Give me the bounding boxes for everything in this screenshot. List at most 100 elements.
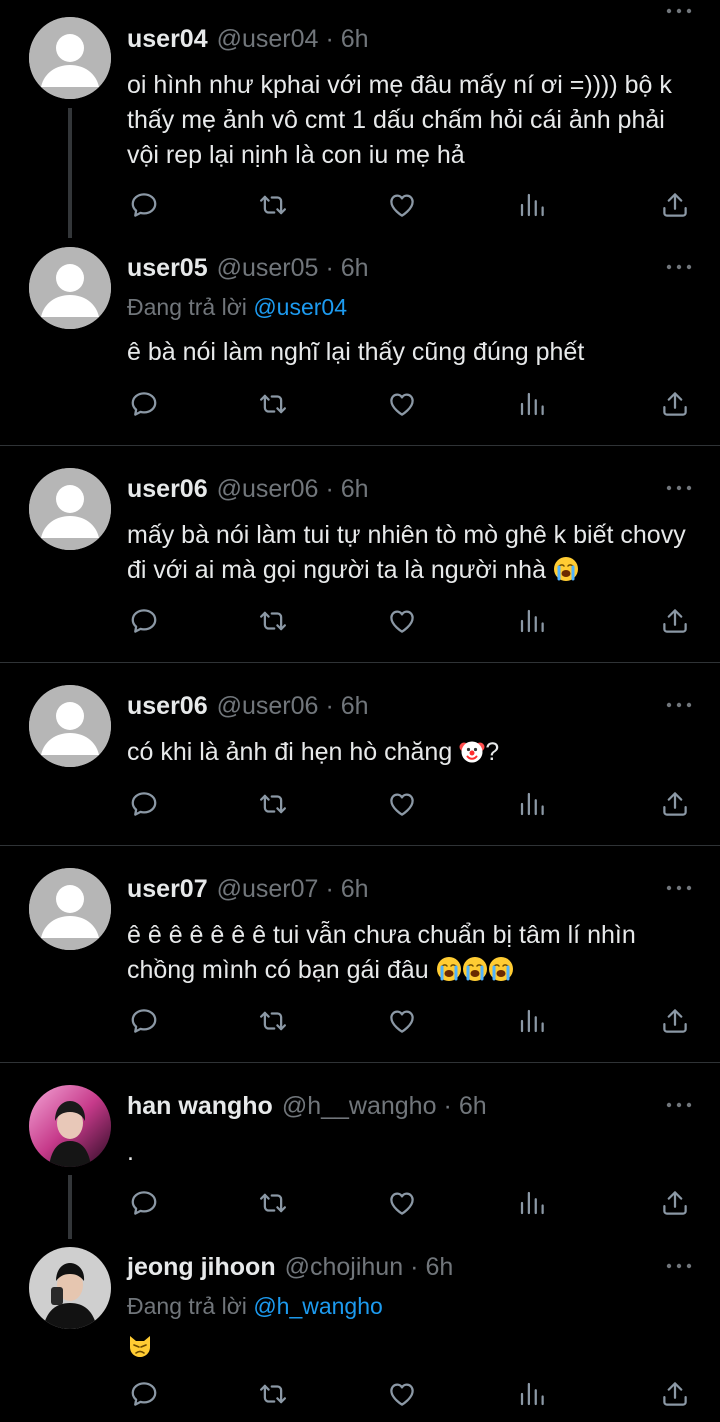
tweet[interactable]: jeong jihoon @chojihun · 6h Đang trả lời… xyxy=(0,1233,720,1422)
share-icon[interactable] xyxy=(660,1006,690,1036)
share-icon[interactable] xyxy=(660,1188,690,1218)
separator-dot: · xyxy=(325,874,334,903)
views-icon[interactable] xyxy=(517,789,547,819)
more-options-icon[interactable] xyxy=(666,6,692,16)
views-icon[interactable] xyxy=(517,1006,547,1036)
timestamp[interactable]: 6h xyxy=(341,692,369,721)
timestamp[interactable]: 6h xyxy=(341,25,369,54)
tweet[interactable]: user05 @user05 · 6h Đang trả lời @user04… xyxy=(0,230,720,445)
views-icon[interactable] xyxy=(517,606,547,636)
tweet-header: user07 @user07 · 6h xyxy=(127,872,369,906)
timestamp[interactable]: 6h xyxy=(341,875,369,904)
handle[interactable]: @user07 xyxy=(217,875,319,904)
default-avatar-icon[interactable] xyxy=(29,868,111,950)
like-icon[interactable] xyxy=(387,1379,417,1409)
retweet-icon[interactable] xyxy=(258,1188,288,1218)
default-avatar-icon[interactable] xyxy=(29,247,111,329)
more-options-icon[interactable] xyxy=(666,483,692,493)
views-icon[interactable] xyxy=(517,190,547,220)
default-avatar-icon[interactable] xyxy=(29,17,111,99)
timestamp[interactable]: 6h xyxy=(425,1253,453,1282)
timestamp[interactable]: 6h xyxy=(341,254,369,283)
reply-icon[interactable] xyxy=(129,606,159,636)
display-name[interactable]: user05 xyxy=(127,254,208,283)
handle[interactable]: @h__wangho xyxy=(282,1092,437,1121)
more-options-icon[interactable] xyxy=(666,883,692,893)
like-icon[interactable] xyxy=(387,1006,417,1036)
replying-to: Đang trả lời @h_wangho xyxy=(127,1293,383,1320)
like-icon[interactable] xyxy=(387,1188,417,1218)
separator-dot: · xyxy=(443,1091,452,1120)
handle[interactable]: @user05 xyxy=(217,254,319,283)
share-icon[interactable] xyxy=(660,1379,690,1409)
more-options-icon[interactable] xyxy=(666,1100,692,1110)
reply-mention[interactable]: @h_wangho xyxy=(253,1293,383,1319)
profile-photo-han-wangho[interactable] xyxy=(29,1085,111,1167)
tweet[interactable]: user04 @user04 · 6h oi hình như kphai vớ… xyxy=(0,0,720,238)
tweet[interactable]: han wangho @h__wangho · 6h . xyxy=(0,1063,720,1239)
reply-icon[interactable] xyxy=(129,1188,159,1218)
tweet-header: user06 @user06 · 6h xyxy=(127,689,369,723)
default-avatar-icon[interactable] xyxy=(29,685,111,767)
action-bar xyxy=(0,190,720,220)
like-icon[interactable] xyxy=(387,606,417,636)
action-bar xyxy=(0,1379,720,1409)
retweet-icon[interactable] xyxy=(258,606,288,636)
like-icon[interactable] xyxy=(387,389,417,419)
action-bar xyxy=(0,1006,720,1036)
action-bar xyxy=(0,389,720,419)
reply-icon[interactable] xyxy=(129,789,159,819)
display-name[interactable]: jeong jihoon xyxy=(127,1253,276,1282)
tweet-header: user04 @user04 · 6h xyxy=(127,22,369,56)
like-icon[interactable] xyxy=(387,190,417,220)
handle[interactable]: @user06 xyxy=(217,475,319,504)
reply-icon[interactable] xyxy=(129,1006,159,1036)
tweet-text-suffix: ? xyxy=(485,738,500,766)
tweet-header: user06 @user06 · 6h xyxy=(127,472,369,506)
separator-dot: · xyxy=(325,24,334,53)
profile-photo-jeong-jihoon[interactable] xyxy=(29,1247,111,1329)
views-icon[interactable] xyxy=(517,1188,547,1218)
tweet[interactable]: user06 @user06 · 6h có khi là ảnh đi hẹn… xyxy=(0,663,720,845)
tweet-text: có khi là ảnh đi hẹn hò chăng ? xyxy=(127,735,697,770)
more-options-icon[interactable] xyxy=(666,700,692,710)
display-name[interactable]: user07 xyxy=(127,875,208,904)
separator-dot: · xyxy=(410,1252,419,1281)
tweet[interactable]: user07 @user07 · 6h ê ê ê ê ê ê ê tui vẫ… xyxy=(0,846,720,1062)
like-icon[interactable] xyxy=(387,789,417,819)
action-bar xyxy=(0,1188,720,1218)
handle[interactable]: @chojihun xyxy=(285,1253,404,1282)
reply-icon[interactable] xyxy=(129,190,159,220)
retweet-icon[interactable] xyxy=(258,190,288,220)
handle[interactable]: @user06 xyxy=(217,692,319,721)
retweet-icon[interactable] xyxy=(258,789,288,819)
reply-icon[interactable] xyxy=(129,1379,159,1409)
tweet-text xyxy=(127,1330,697,1365)
more-options-icon[interactable] xyxy=(666,1261,692,1271)
tweet-text: . xyxy=(127,1138,134,1166)
display-name[interactable]: user04 xyxy=(127,25,208,54)
retweet-icon[interactable] xyxy=(258,1379,288,1409)
share-icon[interactable] xyxy=(660,606,690,636)
handle[interactable]: @user04 xyxy=(217,25,319,54)
retweet-icon[interactable] xyxy=(258,1006,288,1036)
views-icon[interactable] xyxy=(517,1379,547,1409)
tweet-header: jeong jihoon @chojihun · 6h xyxy=(127,1250,453,1284)
loudly-crying-face-emoji xyxy=(436,956,462,982)
views-icon[interactable] xyxy=(517,389,547,419)
share-icon[interactable] xyxy=(660,789,690,819)
share-icon[interactable] xyxy=(660,389,690,419)
timestamp[interactable]: 6h xyxy=(459,1092,487,1121)
tweet-text: ê ê ê ê ê ê ê tui vẫn chưa chuẩn bị tâm … xyxy=(127,918,697,988)
default-avatar-icon[interactable] xyxy=(29,468,111,550)
display-name[interactable]: user06 xyxy=(127,475,208,504)
more-options-icon[interactable] xyxy=(666,262,692,272)
reply-mention[interactable]: @user04 xyxy=(253,294,347,320)
display-name[interactable]: han wangho xyxy=(127,1092,273,1121)
share-icon[interactable] xyxy=(660,190,690,220)
timestamp[interactable]: 6h xyxy=(341,475,369,504)
retweet-icon[interactable] xyxy=(258,389,288,419)
display-name[interactable]: user06 xyxy=(127,692,208,721)
reply-icon[interactable] xyxy=(129,389,159,419)
tweet[interactable]: user06 @user06 · 6h mấy bà nói làm tui t… xyxy=(0,446,720,662)
